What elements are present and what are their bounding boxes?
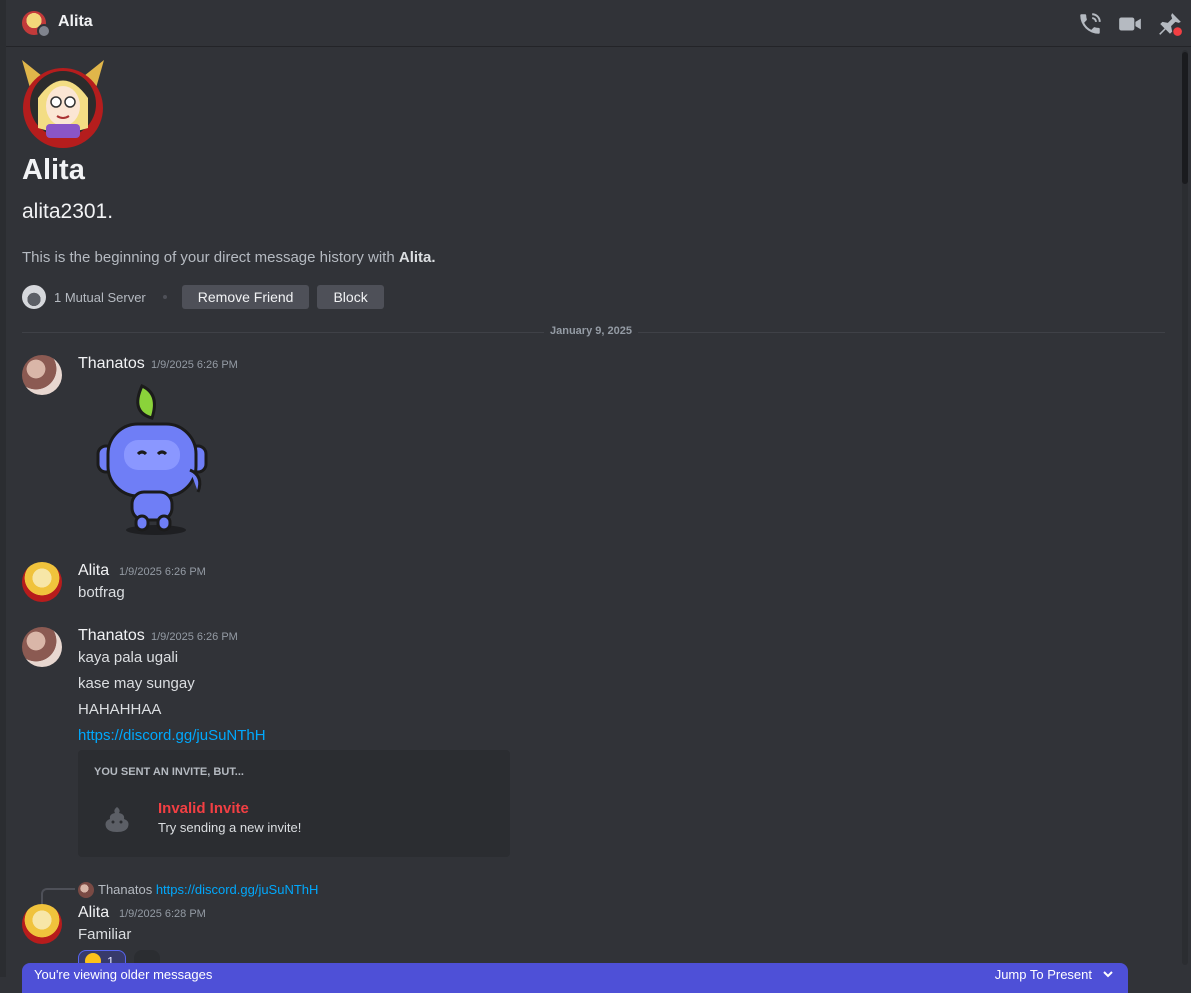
message-author[interactable]: Thanatos (78, 355, 145, 373)
date-divider-label: January 9, 2025 (544, 325, 638, 337)
reply-content: https://discord.gg/juSuNThH (155, 882, 319, 897)
profile-username: alita2301. (22, 200, 114, 223)
phone-call-icon[interactable] (1077, 11, 1103, 37)
description-text: This is the beginning of your direct mes… (22, 249, 399, 266)
avatar[interactable] (22, 904, 62, 944)
older-messages-bar[interactable]: You're viewing older messages Jump To Pr… (22, 963, 1128, 993)
mutual-servers-label[interactable]: 1 Mutual Server (54, 290, 146, 305)
message-text: botfrag (78, 584, 125, 601)
message-author[interactable]: Alita (78, 562, 109, 580)
pin-icon[interactable] (1157, 11, 1183, 37)
avatar[interactable] (22, 355, 62, 395)
profile-display-name: Alita (22, 154, 85, 186)
channel-header: Alita (6, 0, 1191, 47)
invite-embed: YOU SENT AN INVITE, BUT... Invalid Invit… (78, 750, 510, 857)
video-call-icon[interactable] (1117, 11, 1143, 37)
profile-avatar[interactable] (18, 58, 108, 148)
profile-actions: 1 Mutual Server Remove Friend Block (22, 285, 392, 309)
reply-avatar[interactable] (78, 882, 94, 898)
message-author[interactable]: Alita (78, 904, 109, 922)
description-name: Alita. (398, 249, 436, 266)
scrollbar-thumb[interactable] (1182, 52, 1188, 184)
wumpus-sticker[interactable] (86, 380, 216, 540)
separator-dot (162, 295, 167, 299)
chevron-down-icon[interactable] (1102, 967, 1114, 979)
reply-connector (41, 888, 75, 904)
invite-link[interactable]: https://discord.gg/juSuNThH (78, 727, 266, 744)
message-text: kaya pala ugali (78, 649, 179, 666)
message-text: kase may sungay (78, 675, 195, 692)
remove-friend-button[interactable]: Remove Friend (181, 285, 310, 309)
status-indicator (37, 24, 51, 38)
message-text: HAHAHHAA (78, 701, 162, 718)
jump-to-present-button[interactable]: Jump To Present (995, 967, 1092, 982)
older-messages-text: You're viewing older messages (34, 967, 213, 982)
mutual-server-icon[interactable] (22, 285, 46, 309)
invite-subtitle: Try sending a new invite! (158, 820, 302, 835)
invalid-invite-icon (102, 804, 132, 834)
scrollbar-track[interactable] (1182, 50, 1188, 965)
message-timestamp: 1/9/2025 6:28 PM (119, 908, 206, 920)
invite-status: Invalid Invite (158, 800, 249, 817)
message-author[interactable]: Thanatos (78, 627, 145, 645)
invite-embed-title: YOU SENT AN INVITE, BUT... (94, 766, 244, 778)
message-timestamp: 1/9/2025 6:26 PM (151, 359, 238, 371)
left-edge (0, 0, 6, 977)
dm-history-description: This is the beginning of your direct mes… (22, 249, 436, 266)
block-button[interactable]: Block (317, 285, 384, 309)
avatar[interactable] (22, 627, 62, 667)
message-text: Familiar (78, 926, 132, 943)
avatar[interactable] (22, 562, 62, 602)
reply-preview[interactable]: Thanatos https://discord.gg/juSuNThH (98, 882, 318, 897)
reply-author: Thanatos (98, 882, 153, 897)
header-title[interactable]: Alita (58, 13, 93, 31)
message-timestamp: 1/9/2025 6:26 PM (119, 566, 206, 578)
message-timestamp: 1/9/2025 6:26 PM (151, 631, 238, 643)
